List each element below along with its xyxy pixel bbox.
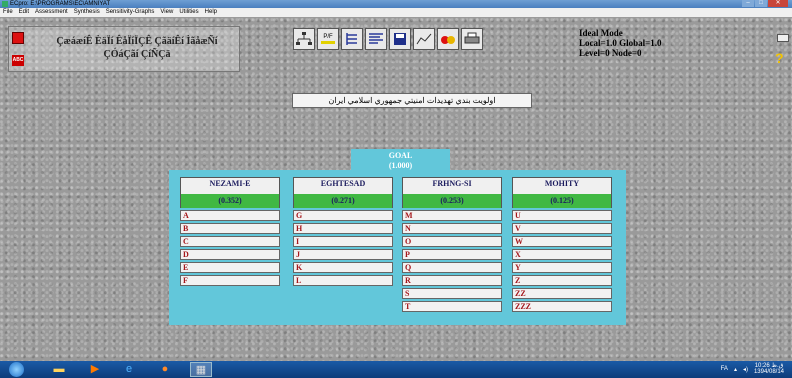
alternative-node[interactable]: R <box>402 275 502 286</box>
alternative-node[interactable]: G <box>293 210 393 221</box>
hierarchy-icon[interactable] <box>293 28 315 50</box>
goal-label: GOAL <box>388 151 413 160</box>
alternative-node[interactable]: Z <box>512 275 612 286</box>
alternative-node[interactable]: W <box>512 236 612 247</box>
model-icon[interactable] <box>12 32 24 44</box>
alternative-node[interactable]: ZZ <box>512 288 612 299</box>
alternative-node[interactable]: ZZZ <box>512 301 612 312</box>
help-icon[interactable]: ? <box>775 51 787 65</box>
criterion-priority: (0.271) <box>294 194 392 208</box>
pf-label: P/F <box>323 34 333 40</box>
pf-icon[interactable]: P/F <box>317 28 339 50</box>
alternative-node[interactable]: Q <box>402 262 502 273</box>
app-icon <box>2 1 8 7</box>
menu-help[interactable]: Help <box>205 8 217 17</box>
alternative-node[interactable]: P <box>402 249 502 260</box>
browser-icon[interactable]: e <box>118 362 140 377</box>
alternative-node[interactable]: S <box>402 288 502 299</box>
inconsistency-text: Local=1.0 Global=1.0 <box>579 38 662 48</box>
criterion-priority: (0.352) <box>181 194 279 208</box>
fruit-icon[interactable] <box>437 28 459 50</box>
window-controls: – □ ✕ <box>742 0 788 8</box>
alternative-node[interactable]: A <box>180 210 280 221</box>
mode-text: Ideal Mode <box>579 28 623 38</box>
toolbar: P/F <box>293 28 483 54</box>
criterion-column: MOHITY (0.125) U V W X Y Z ZZ ZZZ <box>512 177 612 312</box>
alternative-node[interactable]: K <box>293 262 393 273</box>
criterion-priority: (0.125) <box>513 194 611 208</box>
alternative-node[interactable]: V <box>512 223 612 234</box>
arrow-up-icon[interactable]: ▴ <box>734 366 737 373</box>
close-button[interactable]: ✕ <box>768 0 788 7</box>
criterion-column: FRHNG-SI (0.253) M N O P Q R S T <box>402 177 502 312</box>
menu-view[interactable]: View <box>160 8 173 17</box>
alternative-node[interactable]: I <box>293 236 393 247</box>
status-panel: Ideal Mode Local=1.0 Global=1.0 Level=0 … <box>579 28 779 70</box>
criterion-name: FRHNG-SI <box>432 179 472 188</box>
menu-utilities[interactable]: Utilities <box>179 8 198 17</box>
language-indicator[interactable]: FA <box>721 366 728 372</box>
criterion-node[interactable]: MOHITY (0.125) <box>512 177 612 208</box>
tree-icon[interactable] <box>341 28 363 50</box>
alternative-node[interactable]: F <box>180 275 280 286</box>
menu-file[interactable]: File <box>3 8 13 17</box>
criterion-name: NEZAMI-E <box>209 179 251 188</box>
alternative-node[interactable]: D <box>180 249 280 260</box>
model-name-line-1: ÇæáæíÊ ÈäÏí ÊåÏíÏÇÊ ÇãäíÊí ÌãåæÑí <box>56 36 218 47</box>
clock-date: 1394/08/14 <box>753 369 784 375</box>
model-name-box: ABC ÇæáæíÊ ÈäÏí ÊåÏíÏÇÊ ÇãäíÊí ÌãåæÑí ÇÓ… <box>8 26 240 72</box>
alternative-node[interactable]: Y <box>512 262 612 273</box>
criterion-name: MOHITY <box>544 179 580 188</box>
criterion-column: EGHTESAD (0.271) G H I J K L <box>293 177 393 286</box>
criterion-name: EGHTESAD <box>320 179 366 188</box>
system-tray: FA ▴ ◂) 10:26 ق.ظ 1394/08/14 <box>721 363 784 375</box>
menu-assessment[interactable]: Assessment <box>35 8 68 17</box>
menu-synthesis[interactable]: Synthesis <box>74 8 100 17</box>
alternative-node[interactable]: O <box>402 236 502 247</box>
comment-icon[interactable] <box>777 34 789 42</box>
model-name-line-2: ÇÓáÇãí ÇíÑÇä <box>103 49 171 60</box>
minimize-button[interactable]: – <box>742 0 754 7</box>
alternative-node[interactable]: J <box>293 249 393 260</box>
menu-bar: File Edit Assessment Synthesis Sensitivi… <box>0 8 792 17</box>
alternative-node[interactable]: U <box>512 210 612 221</box>
start-button[interactable] <box>9 362 24 377</box>
save-icon[interactable] <box>389 28 411 50</box>
alternative-node[interactable]: L <box>293 275 393 286</box>
alternative-node[interactable]: X <box>512 249 612 260</box>
alternative-node[interactable]: E <box>180 262 280 273</box>
criterion-node[interactable]: NEZAMI-E (0.352) <box>180 177 280 208</box>
clock[interactable]: 10:26 ق.ظ 1394/08/14 <box>754 363 784 375</box>
alternative-node[interactable]: N <box>402 223 502 234</box>
folder-icon[interactable]: ▬ <box>48 362 70 377</box>
maximize-button[interactable]: □ <box>755 0 767 7</box>
alternative-node[interactable]: B <box>180 223 280 234</box>
list-icon[interactable] <box>365 28 387 50</box>
menu-edit[interactable]: Edit <box>19 8 29 17</box>
print-icon[interactable] <box>461 28 483 50</box>
criterion-priority: (0.253) <box>403 194 501 208</box>
abc-spell-icon[interactable]: ABC <box>12 55 24 66</box>
model-name: ÇæáæíÊ ÈäÏí ÊåÏíÏÇÊ ÇãäíÊí ÌãåæÑí ÇÓáÇãí… <box>37 35 237 61</box>
firefox-icon[interactable]: ● <box>154 362 176 377</box>
media-player-icon[interactable]: ▶ <box>84 362 106 377</box>
criterion-column: NEZAMI-E (0.352) A B C D E F <box>180 177 280 286</box>
alternative-node[interactable]: H <box>293 223 393 234</box>
ecpro-taskbar-icon[interactable]: ▦ <box>190 362 212 377</box>
goal-description[interactable]: اولويت بندي تهديدات امنيتي جمهوري اسلامي… <box>292 93 532 108</box>
graph-icon[interactable] <box>413 28 435 50</box>
alternative-node[interactable]: M <box>402 210 502 221</box>
window-title: ECpro: E:\PROGRAMS\EC\AMNIYAT <box>10 1 111 7</box>
taskbar: ▬ ▶ e ● ▦ FA ▴ ◂) 10:26 ق.ظ 1394/08/14 <box>0 361 792 378</box>
volume-icon[interactable]: ◂) <box>743 366 748 373</box>
alternative-node[interactable]: C <box>180 236 280 247</box>
criterion-node[interactable]: FRHNG-SI (0.253) <box>402 177 502 208</box>
alternative-node[interactable]: T <box>402 301 502 312</box>
menu-sensitivity-graphs[interactable]: Sensitivity-Graphs <box>106 8 155 17</box>
level-text: Level=0 Node=0 <box>579 48 642 58</box>
criterion-node[interactable]: EGHTESAD (0.271) <box>293 177 393 208</box>
title-bar: ECpro: E:\PROGRAMS\EC\AMNIYAT – □ ✕ <box>0 0 792 8</box>
